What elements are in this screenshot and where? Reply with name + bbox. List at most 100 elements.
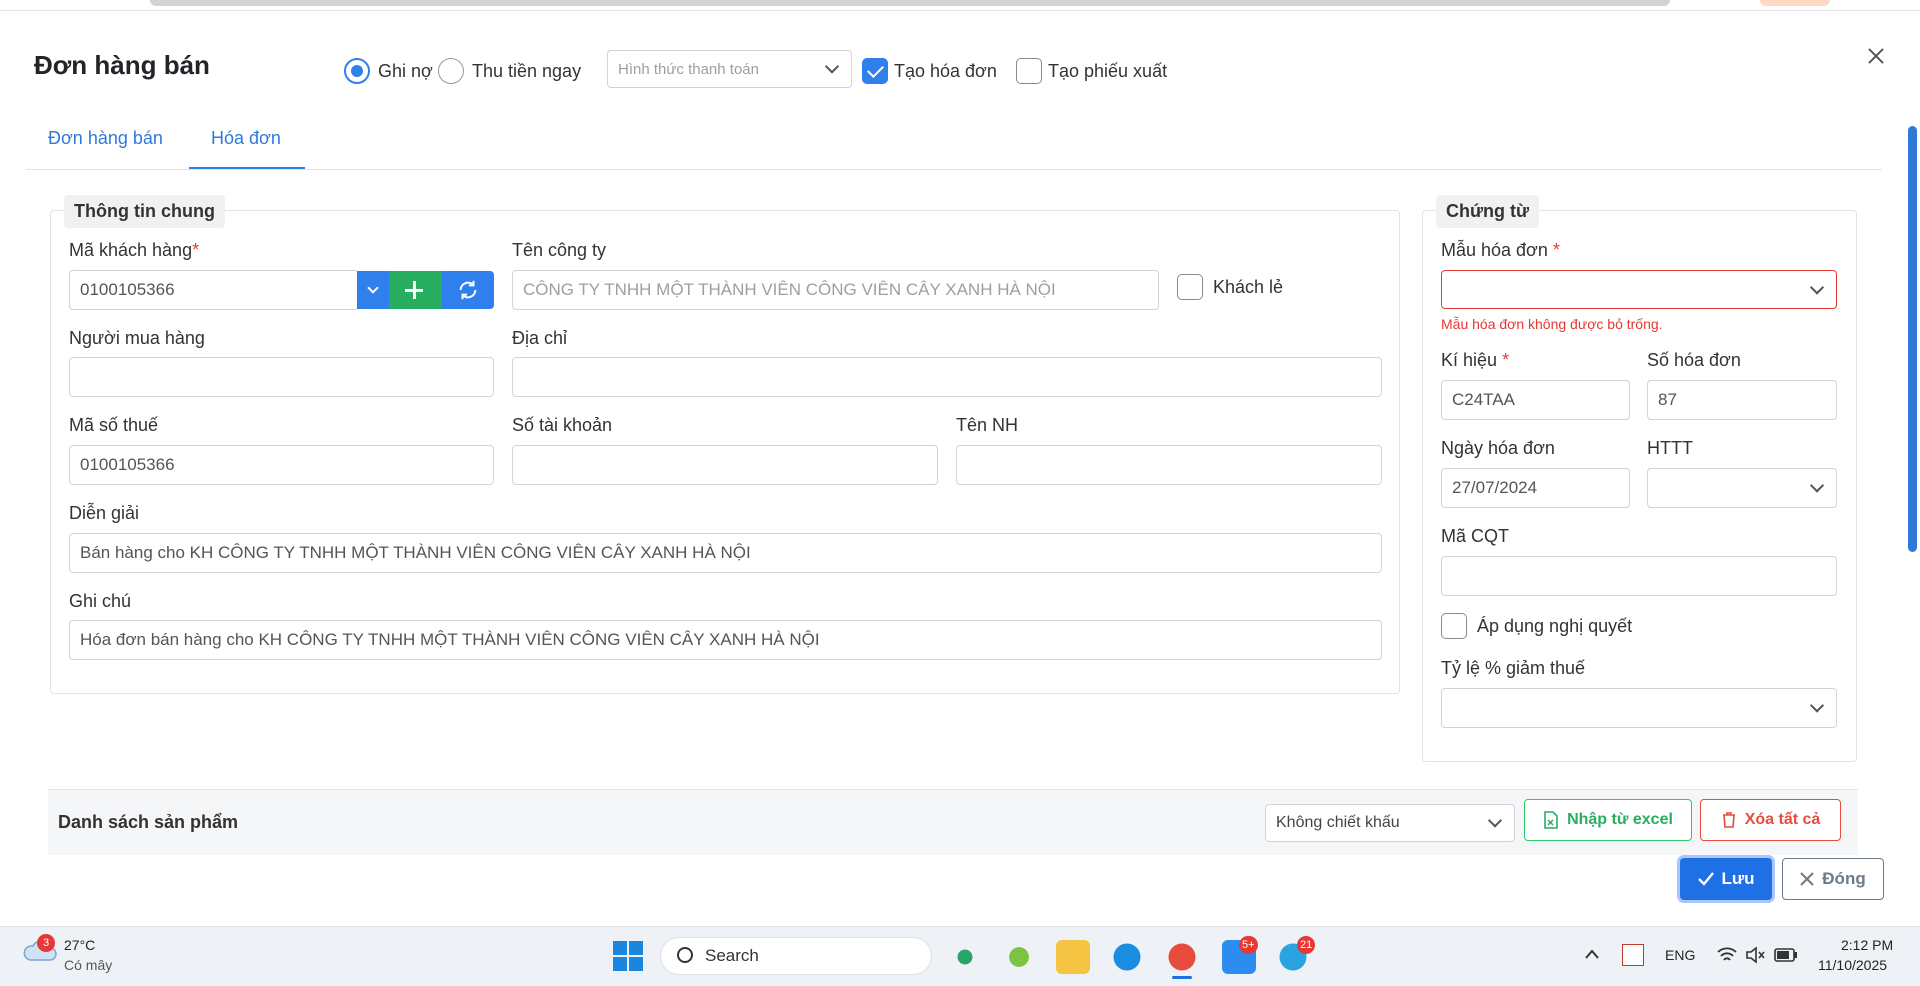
invoice-no-input[interactable]: 87 — [1647, 380, 1837, 420]
discount-select[interactable]: Không chiết khấu — [1265, 804, 1515, 842]
template-error: Mẫu hóa đơn không được bỏ trống. — [1441, 316, 1663, 332]
antivirus-icon[interactable] — [1622, 944, 1644, 966]
windows-start-icon[interactable] — [612, 940, 644, 972]
clock-time[interactable]: 2:12 PM — [1841, 937, 1893, 953]
active-tab-indicator — [189, 167, 305, 169]
checkbox-icon[interactable] — [1441, 613, 1467, 639]
excel-file-icon — [1544, 811, 1558, 829]
weather-desc: Có mây — [64, 957, 113, 973]
add-customer-button[interactable] — [389, 271, 442, 309]
speaker-icon[interactable] — [1744, 945, 1766, 965]
checkbox-checked-icon[interactable] — [862, 58, 888, 84]
refresh-button[interactable] — [442, 271, 494, 309]
tax-auth-label: Mã CQT — [1441, 526, 1510, 546]
symbol-input[interactable]: C24TAA — [1441, 380, 1630, 420]
wifi-icon[interactable] — [1716, 945, 1738, 965]
import-excel-label: Nhập từ excel — [1567, 811, 1673, 828]
tax-reduce-label: Tỷ lệ % giảm thuế — [1441, 658, 1586, 678]
customer-code-input[interactable]: 0100105366 — [69, 270, 359, 310]
refresh-icon — [459, 280, 477, 300]
taskbar-search[interactable]: Search — [660, 937, 932, 975]
check-icon — [1698, 872, 1715, 886]
close-icon — [1800, 872, 1814, 886]
save-label: Lưu — [1721, 869, 1755, 888]
chrome-icon[interactable] — [1165, 940, 1199, 974]
checkbox-icon[interactable] — [1177, 274, 1203, 300]
bank-input[interactable] — [956, 445, 1382, 485]
language-indicator[interactable]: ENG — [1665, 947, 1695, 963]
template-select[interactable] — [1441, 270, 1837, 309]
description-label: Diễn giải — [69, 503, 140, 523]
tab-divider — [26, 169, 1882, 170]
account-input[interactable] — [512, 445, 938, 485]
bank-label: Tên NH — [956, 415, 1019, 435]
folder-icon[interactable] — [1056, 940, 1090, 974]
close-icon[interactable] — [1866, 46, 1886, 66]
zalo-badge: 5+ — [1239, 936, 1258, 954]
chevron-down-icon — [367, 282, 379, 294]
retail-label: Khách lẻ — [1213, 276, 1284, 297]
chevron-up-icon[interactable] — [1584, 948, 1600, 960]
note-input[interactable]: Hóa đơn bán hàng cho KH CÔNG TY TNHH MỘT… — [69, 620, 1382, 660]
buyer-input[interactable] — [69, 357, 494, 397]
search-icon — [677, 947, 693, 963]
company-label: Tên công ty — [512, 240, 607, 260]
create-invoice-label: Tạo hóa đơn — [894, 60, 997, 81]
description-input[interactable]: Bán hàng cho KH CÔNG TY TNHH MỘT THÀNH V… — [69, 533, 1382, 573]
radio-unselected-icon[interactable] — [438, 58, 464, 84]
delete-all-button[interactable]: Xóa tất cả — [1700, 799, 1841, 841]
battery-icon[interactable] — [1774, 947, 1798, 963]
close-button[interactable]: Đóng — [1782, 858, 1884, 900]
tax-reduce-select[interactable] — [1441, 688, 1837, 728]
clock-date[interactable]: 11/10/2025 — [1818, 957, 1887, 973]
payment-method-placeholder: Hình thức thanh toán — [618, 60, 759, 78]
address-input[interactable] — [512, 357, 1382, 397]
taskbar-search-label: Search — [705, 946, 759, 965]
edge-icon[interactable] — [1110, 940, 1144, 974]
invoice-date-input[interactable]: 27/07/2024 — [1441, 468, 1630, 508]
customer-dropdown-button[interactable] — [357, 271, 389, 309]
create-export-label: Tạo phiếu xuất — [1048, 60, 1168, 81]
create-export-checkbox[interactable]: Tạo phiếu xuất — [1016, 58, 1167, 84]
payment-method-select[interactable]: Hình thức thanh toán — [607, 50, 852, 88]
company-input[interactable]: CÔNG TY TNHH MỘT THÀNH VIÊN CÔNG VIÊN CÂ… — [512, 270, 1159, 310]
weather-temp: 27°C — [64, 937, 96, 953]
customer-code-label: Mã khách hàng* — [69, 240, 200, 260]
chevron-down-icon — [1809, 279, 1825, 295]
retail-checkbox[interactable]: Khách lẻ — [1177, 274, 1283, 300]
note-label: Ghi chú — [69, 591, 132, 611]
radio-cash[interactable]: Thu tiền ngay — [438, 58, 581, 84]
save-button[interactable]: Lưu — [1680, 858, 1772, 900]
chevron-down-icon — [824, 59, 840, 74]
app-icon[interactable] — [1002, 940, 1036, 974]
radio-debt[interactable]: Ghi nợ — [344, 58, 433, 84]
modal-scrollbar[interactable] — [1908, 126, 1917, 552]
tab-invoice[interactable]: Hóa đơn — [211, 128, 281, 149]
chevron-down-icon — [1487, 813, 1503, 828]
tab-sales-order[interactable]: Đơn hàng bán — [48, 128, 163, 149]
buyer-label: Người mua hàng — [69, 328, 205, 348]
tax-code-label: Mã số thuế — [69, 415, 159, 435]
trash-icon — [1722, 812, 1735, 828]
create-invoice-checkbox[interactable]: Tạo hóa đơn — [862, 58, 997, 84]
resolution-checkbox[interactable]: Áp dụng nghị quyết — [1441, 613, 1632, 639]
payment-select[interactable] — [1647, 468, 1837, 508]
divider — [0, 10, 1920, 11]
weather-badge: 3 — [37, 934, 55, 952]
close-label: Đóng — [1822, 869, 1866, 888]
delete-all-label: Xóa tất cả — [1744, 811, 1821, 828]
mongodb-icon[interactable] — [948, 940, 982, 974]
radio-debt-label: Ghi nợ — [378, 60, 433, 81]
import-excel-button[interactable]: Nhập từ excel — [1524, 799, 1692, 841]
general-info-legend: Thông tin chung — [64, 195, 225, 228]
radio-selected-icon[interactable] — [344, 58, 370, 84]
symbol-label: Kí hiệu * — [1441, 350, 1510, 370]
invoice-no-label: Số hóa đơn — [1647, 350, 1741, 370]
radio-cash-label: Thu tiền ngay — [472, 60, 582, 81]
tax-auth-input[interactable] — [1441, 556, 1837, 596]
chevron-down-icon — [1809, 478, 1825, 493]
chevron-down-icon — [1809, 698, 1825, 713]
tax-code-input[interactable]: 0100105366 — [69, 445, 494, 485]
address-label: Địa chỉ — [512, 328, 568, 348]
checkbox-icon[interactable] — [1016, 58, 1042, 84]
